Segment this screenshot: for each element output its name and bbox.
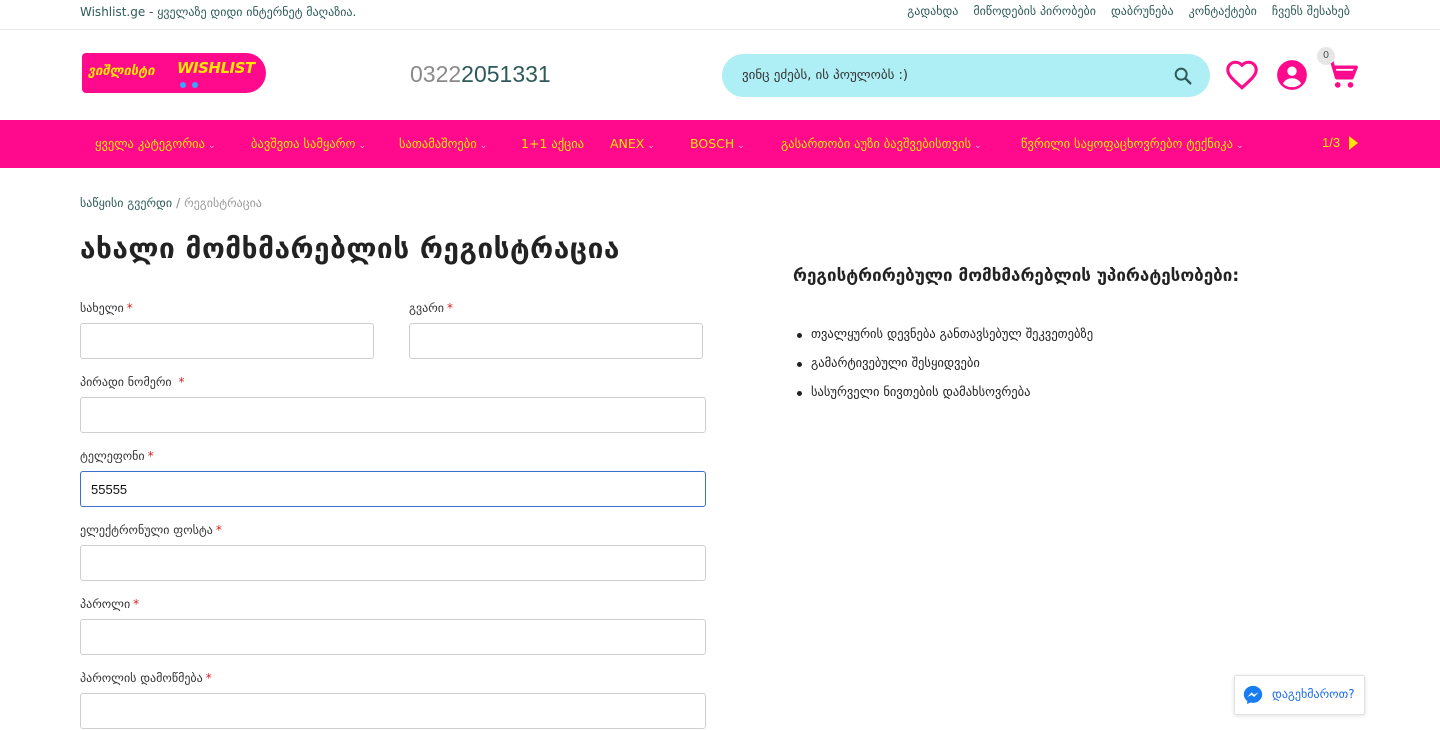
phone-field[interactable] (80, 471, 706, 507)
logo-georgian-text: ვიშლისტი (88, 64, 155, 79)
required-mark: * (126, 301, 133, 315)
phone-prefix: 0322 (410, 61, 462, 87)
password-confirm-label: პაროლის დამოწმება * (80, 671, 212, 685)
chevron-down-icon: ⌄ (207, 141, 216, 151)
nav-item-kids-pools[interactable]: გასართობი აუზი ბავშვებისთვის ⌄ (781, 136, 982, 151)
category-nav: ყველა კატეგორია ⌄ ბავშვთა სამყარო ⌄ სათამა… (0, 120, 1440, 168)
nav-item-kids-world[interactable]: ბავშვთა სამყარო ⌄ (251, 136, 366, 151)
top-link-returns[interactable]: დაბრუნება (1111, 4, 1174, 18)
top-links: გადახდა მიწოდების პირობები დაბრუნება კონ… (907, 4, 1350, 18)
top-link-payment[interactable]: გადახდა (907, 4, 958, 18)
heart-icon[interactable] (1225, 58, 1259, 92)
site-logo[interactable]: ვიშლისტი WISHLIST (82, 53, 266, 93)
password-field[interactable] (80, 619, 706, 655)
first-name-label: სახელი * (80, 301, 133, 315)
nav-item-label: ყველა კატეგორია (95, 136, 205, 151)
last-name-label: გვარი * (409, 301, 453, 315)
phone-digit: 2 (461, 61, 474, 87)
messenger-chat-button[interactable]: დაგეხმაროთ? (1234, 675, 1365, 715)
next-arrow-icon[interactable] (1349, 136, 1358, 150)
personal-id-field[interactable] (80, 397, 706, 433)
nav-item-all-categories[interactable]: ყველა კატეგორია ⌄ (95, 136, 216, 151)
last-name-field[interactable] (409, 323, 703, 359)
benefits-list: თვალყურის დევნება განთავსებულ შეკვეთებზე… (795, 326, 1093, 413)
top-bar: Wishlist.ge - ყველაზე დიდი ინტერნეტ მაღა… (0, 0, 1440, 30)
logo-cart-wheels (180, 82, 202, 88)
top-link-contacts[interactable]: კონტაქტები (1189, 4, 1257, 18)
breadcrumb: საწყისი გვერდი / რეგისტრაცია (80, 196, 262, 210)
top-link-delivery-terms[interactable]: მიწოდების პირობები (973, 4, 1096, 18)
email-label: ელექტრონული ფოსტა * (80, 523, 222, 537)
nav-item-label: წვრილი საყოფაცხოვრებო ტექნიკა (1021, 136, 1234, 151)
chevron-down-icon: ⌄ (479, 141, 488, 151)
nav-item-toys[interactable]: სათამაშოები ⌄ (399, 136, 487, 151)
chevron-down-icon: ⌄ (1236, 141, 1244, 151)
cart-count-badge: 0 (1317, 47, 1335, 65)
breadcrumb-home[interactable]: საწყისი გვერდი (80, 196, 172, 210)
required-mark: * (178, 375, 185, 389)
breadcrumb-separator: / (176, 196, 181, 210)
chevron-down-icon: ⌄ (974, 141, 982, 151)
required-mark: * (133, 597, 140, 611)
nav-item-label: ANEX (610, 136, 645, 151)
nav-item-bosch[interactable]: BOSCH ⌄ (690, 136, 745, 151)
benefits-title: რეგისტრირებული მომხმარებლის უპირატესობებ… (793, 266, 1240, 286)
list-item: თვალყურის დევნება განთავსებულ შეკვეთებზე (795, 326, 1093, 355)
header: ვიშლისტი WISHLIST 03222051331 0 (0, 30, 1440, 120)
logo-wishlist-text: WISHLIST (177, 59, 255, 77)
chevron-down-icon: ⌄ (647, 141, 655, 151)
nav-item-label: ბავშვთა სამყარო (251, 136, 356, 151)
password-confirm-field[interactable] (80, 693, 706, 729)
phone-main: 051331 (473, 61, 551, 87)
required-mark: * (147, 449, 154, 463)
site-tagline: Wishlist.ge - ყველაზე დიდი ინტერნეტ მაღა… (80, 5, 357, 19)
list-item: სასურველი ნივთების დამახსოვრება (795, 384, 1093, 413)
password-label: პაროლი * (80, 597, 140, 611)
required-mark: * (205, 671, 212, 685)
phone-number[interactable]: 03222051331 (410, 61, 551, 88)
nav-item-label: 1+1 აქცია (521, 136, 585, 151)
search-input[interactable] (742, 65, 1162, 85)
chevron-down-icon: ⌄ (358, 141, 366, 151)
chat-label: დაგეხმაროთ? (1272, 687, 1355, 701)
required-mark: * (446, 301, 453, 315)
messenger-icon (1243, 685, 1263, 705)
top-link-about[interactable]: ჩვენს შესახებ (1272, 4, 1350, 18)
user-account-icon[interactable] (1275, 58, 1309, 92)
chevron-down-icon: ⌄ (737, 141, 745, 151)
nav-item-promo[interactable]: 1+1 აქცია (521, 136, 584, 151)
nav-pager: 1/3 (1322, 135, 1341, 150)
nav-item-label: გასართობი აუზი ბავშვებისთვის (781, 136, 972, 151)
email-field[interactable] (80, 545, 706, 581)
personal-id-label: პირადი ნომერი * (80, 375, 185, 389)
search-bar (722, 54, 1210, 97)
nav-item-anex[interactable]: ANEX ⌄ (610, 136, 655, 151)
phone-label: ტელეფონი * (80, 449, 154, 463)
list-item: გამარტივებული შესყიდვები (795, 355, 1093, 384)
nav-item-label: სათამაშოები (399, 136, 477, 151)
search-icon[interactable] (1172, 65, 1194, 87)
required-mark: * (215, 523, 222, 537)
page-title: ახალი მომხმარებლის რეგისტრაცია (80, 232, 620, 265)
nav-item-small-appliances[interactable]: წვრილი საყოფაცხოვრებო ტექნიკა ⌄ (1021, 136, 1244, 151)
breadcrumb-current: რეგისტრაცია (184, 196, 262, 210)
nav-item-label: BOSCH (690, 136, 735, 151)
first-name-field[interactable] (80, 323, 374, 359)
